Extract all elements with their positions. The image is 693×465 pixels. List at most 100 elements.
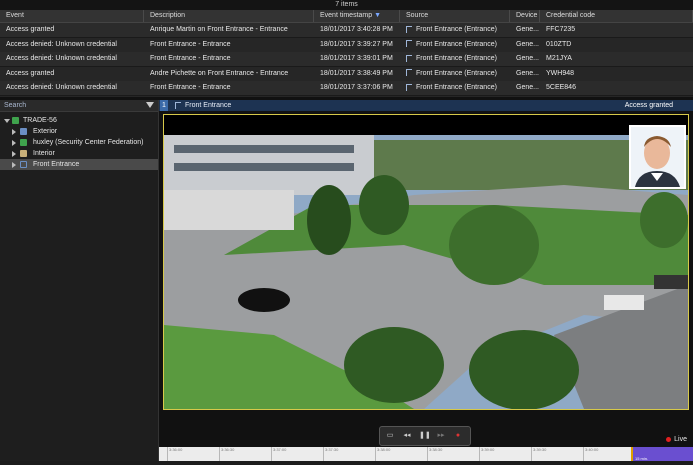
tree-item-label: TRADE-56 xyxy=(23,117,57,124)
tree-item-trade-56[interactable]: TRADE-56 xyxy=(0,115,158,126)
cell-event: Access denied: Unknown credential xyxy=(0,81,144,95)
video-frame[interactable] xyxy=(163,114,689,410)
door-icon xyxy=(20,161,27,168)
cell-device: Gene... xyxy=(510,81,540,95)
item-count: 7 items xyxy=(335,1,358,8)
expand-arrow-icon[interactable] xyxy=(12,162,16,168)
timeline-tick: 3:40:00 xyxy=(583,447,598,461)
timeline-tick: 3:38:00 xyxy=(375,447,390,461)
cell-description: Andre Pichette on Front Entrance - Entra… xyxy=(144,67,314,81)
cell-text: FFC7235 xyxy=(546,26,576,33)
timeline-tick: 3:39:00 xyxy=(479,447,494,461)
cell-text: Access denied: Unknown credential xyxy=(6,55,117,63)
timeline-current-range: 15 min. xyxy=(631,447,693,461)
cell-description: Front Entrance - Entrance xyxy=(144,52,314,66)
cell-timestamp: 18/01/2017 3:39:27 PM xyxy=(314,38,400,52)
search-field[interactable]: Search xyxy=(0,100,158,112)
table-row[interactable]: Access denied: Unknown credential Front E… xyxy=(0,81,693,97)
door-icon xyxy=(406,25,412,33)
door-icon xyxy=(406,40,412,48)
toggle-panel-icon[interactable]: ▭ xyxy=(385,431,395,441)
cell-source: Front Entrance (Entrance) xyxy=(400,67,510,81)
cell-event: Access denied: Unknown credential xyxy=(0,52,144,66)
tree-item-front-entrance[interactable]: Front Entrance xyxy=(0,159,158,170)
expand-arrow-icon[interactable] xyxy=(12,140,16,146)
cell-description: Front Entrance - Entrance xyxy=(144,38,314,52)
cell-text: Front Entrance (Entrance) xyxy=(416,26,497,33)
cell-text: Andre Pichette on Front Entrance - Entra… xyxy=(150,69,289,77)
cell-source: Front Entrance (Entrance) xyxy=(400,38,510,52)
cell-timestamp: 18/01/2017 3:37:06 PM xyxy=(314,81,400,95)
cell-source: Front Entrance (Entrance) xyxy=(400,52,510,66)
cell-text: Front Entrance (Entrance) xyxy=(416,40,497,48)
entity-tree-panel: Search TRADE-56 Exterior huxley (Securit… xyxy=(0,100,159,461)
door-icon xyxy=(406,69,412,77)
cell-event: Access granted xyxy=(0,67,144,81)
cell-text: 18/01/2017 3:37:06 PM xyxy=(320,84,393,92)
tree-item-exterior[interactable]: Exterior xyxy=(0,126,158,137)
timeline-tick: 3:39:30 xyxy=(531,447,546,461)
cell-text: 18/01/2017 3:38:49 PM xyxy=(320,69,393,77)
table-row[interactable]: Access granted Anrique Martin on Front En… xyxy=(0,23,693,38)
cell-timestamp: 18/01/2017 3:38:49 PM xyxy=(314,67,400,81)
cell-text: Front Entrance - Entrance xyxy=(150,55,231,63)
cell-description: Front Entrance - Entrance xyxy=(144,81,314,95)
column-header-credential[interactable]: Credential code xyxy=(540,10,693,22)
cell-text: Front Entrance - Entrance xyxy=(150,84,231,92)
column-header-device[interactable]: Device xyxy=(510,10,540,22)
column-header-source[interactable]: Source xyxy=(400,10,510,22)
column-header-event[interactable]: Event xyxy=(0,10,144,22)
cell-source: Front Entrance (Entrance) xyxy=(400,23,510,37)
tile-number: 1 xyxy=(160,100,168,111)
camera-title: Front Entrance xyxy=(175,100,231,111)
cell-text: Front Entrance (Entrance) xyxy=(416,55,497,63)
collapse-arrow-icon[interactable] xyxy=(4,119,10,123)
expand-arrow-icon[interactable] xyxy=(12,129,16,135)
cell-device: Gene... xyxy=(510,38,540,52)
tree-item-interior[interactable]: Interior xyxy=(0,148,158,159)
server-icon xyxy=(12,117,19,124)
cell-text: Access granted xyxy=(6,69,55,77)
federation-icon xyxy=(20,139,27,146)
cell-credential: M21JYA xyxy=(540,52,693,66)
cell-credential: 010ZTD xyxy=(540,38,693,52)
cell-text: Front Entrance - Entrance xyxy=(150,40,231,48)
tree-item-label: Front Entrance xyxy=(33,161,80,168)
cell-text: 010ZTD xyxy=(546,40,572,48)
filter-icon[interactable] xyxy=(146,102,154,108)
table-row[interactable]: Access denied: Unknown credential Front E… xyxy=(0,38,693,53)
table-row[interactable]: Access denied: Unknown credential Front E… xyxy=(0,52,693,68)
cell-text: 18/01/2017 3:39:27 PM xyxy=(320,40,393,48)
timeline-tick: 3:36:00 xyxy=(167,447,182,461)
cardholder-photo xyxy=(629,125,686,189)
cell-text: Front Entrance (Entrance) xyxy=(416,69,497,77)
cell-event: Access denied: Unknown credential xyxy=(0,38,144,52)
timeline[interactable]: 3:36:00 3:36:30 3:37:00 3:37:30 3:38:00 3:38:… xyxy=(159,447,693,461)
cell-text: 5CEE846 xyxy=(546,84,576,92)
pause-icon[interactable]: ❚❚ xyxy=(419,431,431,441)
cell-device: Gene... xyxy=(510,23,540,37)
timeline-tick: 3:37:30 xyxy=(323,447,338,461)
column-header-timestamp[interactable]: Event timestamp ▼ xyxy=(314,10,400,22)
cell-device: Gene... xyxy=(510,52,540,66)
cell-text: Gene... xyxy=(516,55,539,63)
event-table: Event Description Event timestamp ▼ Sour… xyxy=(0,10,693,97)
cell-text: Gene... xyxy=(516,69,539,77)
video-tile[interactable]: 1 Front Entrance Access granted ▭ ◂◂ ❚❚ … xyxy=(159,100,693,461)
table-row[interactable]: Access granted Andre Pichette on Front En… xyxy=(0,67,693,82)
column-header-timestamp-label: Event timestamp xyxy=(320,12,373,19)
cell-timestamp: 18/01/2017 3:40:28 PM xyxy=(314,23,400,37)
column-header-description[interactable]: Description xyxy=(144,10,314,22)
tree-item-huxley[interactable]: huxley (Security Center Federation) xyxy=(0,137,158,148)
fast-forward-icon[interactable]: ▸▸ xyxy=(436,431,446,441)
access-status: Access granted xyxy=(624,102,673,109)
expand-arrow-icon[interactable] xyxy=(12,151,16,157)
record-icon[interactable]: ● xyxy=(453,431,463,441)
live-dot-icon xyxy=(666,436,672,442)
area-icon xyxy=(20,128,27,135)
camera-icon xyxy=(175,101,181,109)
rewind-icon[interactable]: ◂◂ xyxy=(402,431,412,441)
camera-feed-image xyxy=(164,135,688,409)
door-icon xyxy=(406,54,412,62)
door-icon xyxy=(406,84,412,92)
